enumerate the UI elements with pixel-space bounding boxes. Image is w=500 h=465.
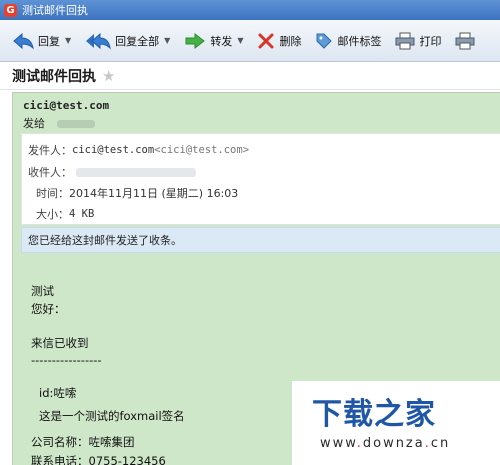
mail-subject: 测试邮件回执	[12, 68, 96, 85]
site-watermark: 下载之家 www.downza.cn	[292, 381, 500, 465]
reply-all-button[interactable]: 回复全部 ▼	[85, 26, 170, 56]
time-row: 时间： 2014年11月11日 (星期二) 16:03	[36, 185, 238, 201]
to-value-blur	[76, 167, 196, 177]
from-angle-email: <cici@test.com>	[154, 144, 250, 156]
from-row: 发件人： cici@test.com <cici@test.com>	[28, 142, 249, 158]
toolbar: 回复 ▼ 回复全部 ▼ 转发 ▼ 删除 邮件标签 打印	[0, 20, 500, 62]
url-prefix: www	[320, 436, 357, 451]
chevron-down-icon[interactable]: ▼	[237, 36, 243, 45]
size-row: 大小： 4 KB	[36, 206, 94, 222]
size-value: 4 KB	[69, 208, 95, 220]
body-line: id:咗嗦	[39, 386, 77, 400]
recipient-blur	[56, 120, 95, 128]
sender-email[interactable]: cici@test.com	[23, 99, 109, 112]
delete-label: 删除	[279, 34, 302, 48]
watermark-url: www.downza.cn	[320, 436, 450, 451]
mail-info-box: 发件人： cici@test.com <cici@test.com> 收件人： …	[21, 133, 500, 225]
tag-icon	[316, 33, 333, 49]
delete-x-icon	[258, 33, 274, 48]
reply-button[interactable]: 回复 ▼	[12, 26, 71, 56]
to-row: 收件人：	[28, 164, 196, 180]
chevron-down-icon[interactable]: ▼	[65, 36, 71, 45]
printer-icon	[455, 32, 475, 49]
url-mid: downza	[362, 436, 425, 451]
send-to-label: 发给	[23, 117, 45, 130]
chevron-down-icon[interactable]: ▼	[164, 36, 170, 45]
send-to-line: 发给	[23, 115, 95, 131]
forward-arrow-icon	[185, 32, 206, 49]
reply-icon	[13, 32, 34, 49]
foxmail-app-icon: G	[4, 3, 17, 17]
receipt-notice: 您已经给这封邮件发送了收条。	[21, 227, 500, 253]
mail-tag-button[interactable]: 邮件标签	[315, 26, 381, 56]
body-line: 您好：	[31, 302, 66, 316]
more-printer-button[interactable]	[455, 26, 479, 56]
forward-button[interactable]: 转发 ▼	[184, 26, 243, 56]
title-bar: G 测试邮件回执	[0, 0, 500, 20]
size-label: 大小：	[36, 208, 69, 221]
body-line: 联系电话：0755-123456	[31, 454, 166, 465]
reply-all-label: 回复全部	[115, 34, 160, 48]
subject-bar: 测试邮件回执 ★	[0, 62, 500, 90]
forward-label: 转发	[210, 34, 233, 48]
from-label: 发件人：	[28, 144, 72, 157]
reply-all-icon	[86, 32, 111, 49]
reply-label: 回复	[38, 34, 60, 48]
watermark-logo: 下载之家	[312, 397, 436, 432]
body-line: -----------------	[31, 353, 102, 367]
star-icon[interactable]: ★	[102, 67, 115, 85]
url-suffix: cn	[430, 436, 451, 451]
body-line: 来信已收到	[31, 336, 89, 350]
body-line: 测试	[31, 284, 54, 298]
from-value[interactable]: cici@test.com	[72, 144, 154, 156]
body-line: 这是一个测试的foxmail签名	[39, 409, 185, 423]
body-line: 公司名称：咗嗦集团	[31, 435, 135, 449]
delete-button[interactable]: 删除	[257, 26, 301, 56]
printer-icon	[395, 32, 415, 49]
time-label: 时间：	[36, 187, 69, 200]
print-button[interactable]: 打印	[395, 26, 441, 56]
print-label: 打印	[419, 34, 442, 48]
to-label: 收件人：	[28, 166, 72, 179]
window-title: 测试邮件回执	[22, 4, 88, 17]
mail-tag-label: 邮件标签	[337, 34, 382, 48]
time-value: 2014年11月11日 (星期二) 16:03	[69, 187, 239, 200]
